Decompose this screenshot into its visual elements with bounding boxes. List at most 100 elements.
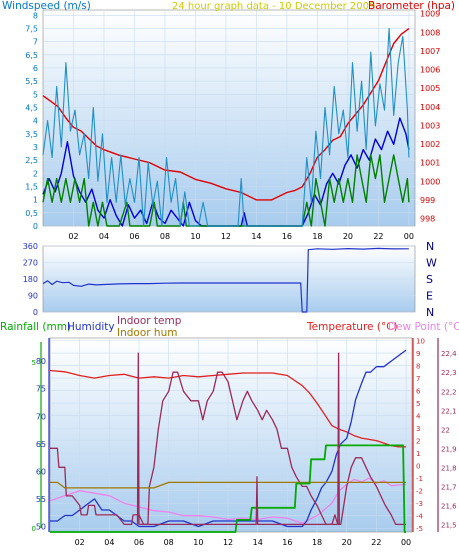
direction-tick-label: 90	[28, 292, 38, 301]
temperature-x-tick-label: 16	[282, 538, 292, 547]
barometer-tick-label: 1007	[420, 47, 440, 56]
rainfall-axis-title: Rainfall (mm)	[0, 321, 71, 333]
compass-label: S	[426, 273, 433, 286]
barometer-axis-title: Barometer (hpa)	[368, 0, 455, 12]
chart-title: 24 hour graph data - 10 December 2009	[172, 1, 375, 12]
temperature-x-tick-label: 04	[104, 538, 114, 547]
direction-tick-label: 180	[23, 275, 38, 284]
temperature-x-tick-label: 06	[134, 538, 144, 547]
wind-tick-label: 4,5	[25, 103, 38, 112]
wind-tick-label: 3	[33, 143, 38, 152]
barometer-tick-label: 1004	[420, 103, 440, 112]
indoor-temp-tick-label: 21,7	[441, 483, 457, 491]
wind-x-tick-label: 10	[190, 232, 200, 241]
wind-tick-label: 1	[33, 196, 38, 205]
temperature-tick-label: 7	[416, 375, 420, 383]
indoor-hum-axis-title: Indoor hum	[117, 327, 177, 339]
wind-tick-label: 7	[33, 38, 38, 47]
wind-x-tick-label: 22	[373, 232, 383, 241]
weather-charts-svg: 0 0,5 1 1,5 2 2,5 3 3,5 4 4,5 5 5,5 6 6,5 7 7,5 8 998 999 1…	[0, 0, 459, 547]
windspeed-axis-title: Windspeed (m/s)	[2, 0, 91, 12]
wind-tick-label: 0	[33, 222, 38, 231]
wind-x-tick-label: 20	[343, 232, 353, 241]
direction-tick-label: 0	[33, 308, 38, 317]
temperature-tick-label: 10	[416, 338, 425, 346]
indoor-temp-tick-label: 21,8	[441, 464, 457, 472]
temperature-tick-label: 8	[416, 363, 420, 371]
indoor-temp-tick-label: 21,5	[441, 521, 457, 529]
indoor-temp-tick-label: 21,9	[441, 445, 457, 453]
wind-x-tick-label: 08	[160, 232, 170, 241]
barometer-tick-label: 1005	[420, 84, 440, 93]
wind-x-tick-label: 12	[221, 232, 231, 241]
indoor-temp-tick-label: 22,3	[441, 369, 457, 377]
compass-label: N	[426, 240, 434, 253]
wind-tick-label: 7,5	[25, 24, 38, 33]
temperature-tick-label: 4	[416, 413, 421, 421]
compass-label: E	[426, 290, 433, 303]
wind-tick-label: 4	[33, 117, 38, 126]
compass-label: N	[426, 306, 434, 319]
temperature-plot-area	[49, 337, 413, 533]
temperature-axis-title: Temperature (°C)	[306, 321, 398, 333]
temperature-tick-label: 1	[416, 450, 420, 458]
barometer-tick-label: 1008	[420, 28, 440, 37]
weather-dashboard: 0 0,5 1 1,5 2 2,5 3 3,5 4 4,5 5 5,5 6 6,5 7 7,5 8 998 999 1…	[0, 0, 459, 555]
indoor-temp-tick-label: 22	[441, 426, 450, 434]
indoor-temp-tick-label: 22,4	[441, 350, 457, 358]
wind-tick-label: 5	[33, 90, 38, 99]
wind-x-tick-label: 16	[282, 232, 292, 241]
temperature-x-tick-label: 20	[342, 538, 352, 547]
wind-x-tick-label: 02	[68, 232, 78, 241]
wind-plot-area	[42, 9, 416, 227]
temperature-x-tick-label: 14	[253, 538, 263, 547]
barometer-tick-label: 998	[420, 215, 435, 224]
indoor-temp-tick-label: 22,1	[441, 407, 457, 415]
temperature-tick-label: 9	[416, 350, 420, 358]
wind-tick-label: 6,5	[25, 51, 38, 60]
barometer-tick-label: 1000	[420, 177, 440, 186]
wind-tick-label: 6	[33, 64, 38, 73]
temperature-tick-label: -1	[416, 475, 423, 483]
wind-x-tick-label: 00	[404, 232, 414, 241]
temperature-tick-label: 0	[416, 463, 420, 471]
temperature-x-tick-label: 08	[164, 538, 174, 547]
wind-tick-label: 3,5	[25, 130, 38, 139]
temperature-x-tick-label: 18	[312, 538, 322, 547]
temperature-tick-label: -3	[416, 500, 423, 508]
wind-tick-label: 2,5	[25, 156, 38, 165]
temperature-x-tick-label: 10	[193, 538, 203, 547]
wind-tick-label: 8	[33, 11, 38, 20]
temperature-tick-label: -4	[416, 513, 424, 521]
barometer-tick-label: 1001	[420, 159, 440, 168]
humidity-axis-title: Humidity	[67, 321, 115, 333]
temperature-x-tick-label: 12	[223, 538, 233, 547]
wind-x-tick-label: 06	[129, 232, 139, 241]
wind-x-tick-label: 14	[251, 232, 261, 241]
dew-point-axis-title: Dew Point (°C)	[388, 321, 459, 333]
direction-tick-label: 360	[23, 242, 38, 251]
temperature-tick-label: 5	[416, 400, 420, 408]
direction-tick-label: 270	[23, 259, 38, 268]
barometer-tick-label: 1006	[420, 66, 440, 75]
temperature-tick-label: 3	[416, 425, 420, 433]
barometer-tick-label: 999	[420, 196, 435, 205]
barometer-tick-label: 1003	[420, 121, 440, 130]
temperature-x-tick-label: 02	[75, 538, 85, 547]
wind-tick-label: 0,5	[25, 209, 38, 218]
indoor-temp-axis-title: Indoor temp	[117, 315, 182, 327]
temperature-tick-label: -5	[416, 525, 423, 533]
temperature-x-tick-label: 22	[371, 538, 381, 547]
temperature-tick-label: 2	[416, 438, 420, 446]
wind-x-tick-label: 04	[99, 232, 109, 241]
temperature-tick-label: -2	[416, 488, 423, 496]
temperature-tick-label: 6	[416, 388, 421, 396]
rain-tick-label: 5	[32, 359, 36, 367]
indoor-temp-tick-label: 22,2	[441, 388, 457, 396]
wind-x-tick-label: 18	[312, 232, 322, 241]
temperature-x-tick-label: 00	[401, 538, 411, 547]
wind-tick-label: 2	[33, 169, 38, 178]
rain-tick-label: 0	[32, 525, 36, 533]
wind-tick-label: 5,5	[25, 77, 38, 86]
barometer-tick-label: 1002	[420, 140, 440, 149]
